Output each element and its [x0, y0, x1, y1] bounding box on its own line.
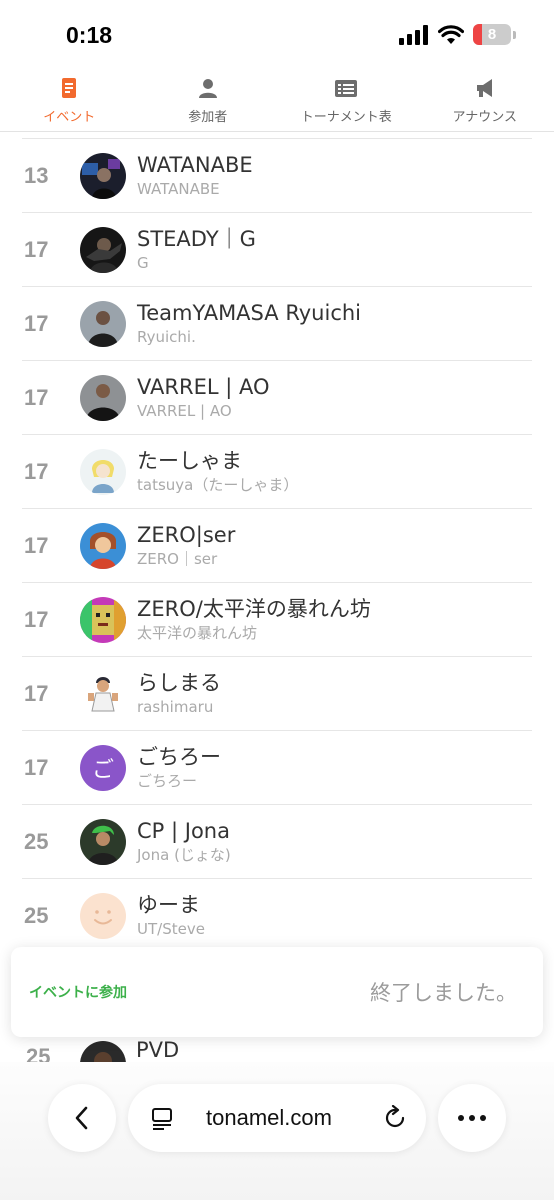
ellipsis-icon	[458, 1115, 486, 1121]
battery-level: 8	[487, 26, 497, 43]
url-text: tonamel.com	[206, 1105, 332, 1130]
status-time: 0:18	[66, 22, 113, 48]
address-bar[interactable]: tonamel.com	[128, 1084, 426, 1152]
rank-number: 17	[24, 532, 49, 558]
event-icon	[62, 78, 77, 98]
participant-row[interactable]: 17 VARREL | AO VARREL | AO	[22, 360, 532, 434]
participant-name: らしまる	[137, 670, 221, 695]
rank-number: 17	[24, 384, 49, 410]
tab-bar: イベント 参加者 トーナメント表 アナウンス	[0, 70, 554, 132]
rank-number: 17	[24, 680, 49, 706]
participants-icon	[198, 79, 217, 98]
bracket-icon	[335, 80, 358, 97]
participant-subname: tatsuya（たーしゃま）	[137, 475, 299, 494]
participant-subname: ごちろー	[137, 771, 198, 790]
participant-row[interactable]: 13 WATANABE WATANABE	[22, 138, 532, 212]
avatar	[80, 670, 126, 717]
tab-bracket[interactable]: トーナメント表	[277, 70, 416, 131]
wifi-icon	[438, 24, 464, 44]
chevron-left-icon	[75, 1106, 88, 1130]
participant-row-partial[interactable]: 25 PVD	[22, 1036, 532, 1062]
avatar	[80, 226, 126, 273]
battery-cap	[513, 30, 516, 39]
page-menu-icon	[152, 1108, 172, 1130]
tab-bracket-label: トーナメント表	[300, 110, 392, 125]
avatar	[80, 448, 126, 495]
tab-participants-label: 参加者	[188, 110, 228, 125]
battery-icon: 8	[473, 24, 511, 45]
participant-row[interactable]: 25 ゆーま UT/Steve	[22, 878, 532, 952]
participant-subname: VARREL | AO	[137, 401, 232, 420]
back-button[interactable]	[48, 1084, 116, 1152]
participant-name: CP | Jona	[137, 818, 230, 843]
participant-name: ZERO/太平洋の暴れん坊	[137, 596, 371, 621]
avatar	[80, 300, 126, 347]
participant-row[interactable]: 25 CP | Jona Jona (じょな)	[22, 804, 532, 878]
participant-subname: Ryuichi.	[137, 327, 196, 346]
participant-subname: WATANABE	[137, 179, 220, 198]
avatar	[80, 892, 126, 939]
rank-number: 13	[24, 162, 49, 188]
avatar	[80, 818, 126, 865]
status-bar: 0:18 8	[0, 0, 554, 70]
tab-announce[interactable]: アナウンス	[416, 70, 554, 131]
cellular-signal-icon	[399, 24, 428, 45]
participant-name: たーしゃま	[137, 448, 242, 473]
avatar	[80, 596, 126, 643]
rank-number: 25	[24, 902, 49, 928]
tab-announce-label: アナウンス	[452, 110, 517, 125]
participant-list: 13 WATANABE WATANABE 17 STEADY｜G G 17 Te…	[22, 138, 532, 952]
megaphone-icon	[476, 79, 492, 97]
participant-name: WATANABE	[137, 152, 253, 177]
reload-icon[interactable]	[382, 1105, 408, 1131]
participant-subname: 太平洋の暴れん坊	[137, 623, 258, 642]
rank-number: 25	[26, 1044, 51, 1062]
rank-number: 25	[24, 828, 49, 854]
participant-row[interactable]: 17 らしまる rashimaru	[22, 656, 532, 730]
tab-event-label: イベント	[43, 110, 96, 125]
participant-subname: UT/Steve	[137, 919, 205, 938]
participant-row[interactable]: 17 ZERO/太平洋の暴れん坊 太平洋の暴れん坊	[22, 582, 532, 656]
participant-row[interactable]: 17 たーしゃま tatsuya（たーしゃま）	[22, 434, 532, 508]
participant-row[interactable]: 17 ZERO|ser ZERO｜ser	[22, 508, 532, 582]
join-event-card: イベントに参加 終了しました。	[11, 947, 543, 1037]
rank-number: 17	[24, 458, 49, 484]
participant-name: ZERO|ser	[137, 522, 236, 547]
participant-subname: rashimaru	[137, 697, 214, 716]
avatar-initial: ご	[91, 757, 114, 783]
avatar	[80, 522, 126, 569]
rank-number: 17	[24, 606, 49, 632]
participant-row[interactable]: 17 ご ごちろー ごちろー	[22, 730, 532, 804]
avatar	[80, 1041, 126, 1062]
participant-row[interactable]: 17 STEADY｜G G	[22, 212, 532, 286]
avatar	[80, 152, 126, 199]
participant-name: ゆーま	[137, 892, 200, 917]
participant-subname: G	[137, 253, 149, 272]
participant-name: ごちろー	[137, 744, 221, 769]
status-icons: 8	[399, 24, 516, 45]
tab-participants[interactable]: 参加者	[139, 70, 278, 131]
rank-number: 17	[24, 310, 49, 336]
rank-number: 17	[24, 754, 49, 780]
tab-event[interactable]: イベント	[0, 70, 139, 131]
event-ended-status: 終了しました。	[370, 981, 517, 1005]
more-button[interactable]	[438, 1084, 506, 1152]
rank-number: 17	[24, 236, 49, 262]
join-event-label[interactable]: イベントに参加	[29, 982, 127, 1002]
participant-name: STEADY｜G	[137, 226, 256, 251]
participant-row[interactable]: 17 TeamYAMASA Ryuichi Ryuichi.	[22, 286, 532, 360]
avatar: ご	[80, 744, 126, 791]
avatar	[80, 374, 126, 421]
participant-subname: ZERO｜ser	[137, 549, 218, 568]
participant-name: TeamYAMASA Ryuichi	[137, 300, 362, 325]
participant-name: VARREL | AO	[137, 374, 270, 399]
participant-subname: Jona (じょな)	[137, 845, 231, 864]
participant-name: PVD	[136, 1038, 180, 1062]
browser-toolbar: tonamel.com	[0, 1062, 554, 1200]
